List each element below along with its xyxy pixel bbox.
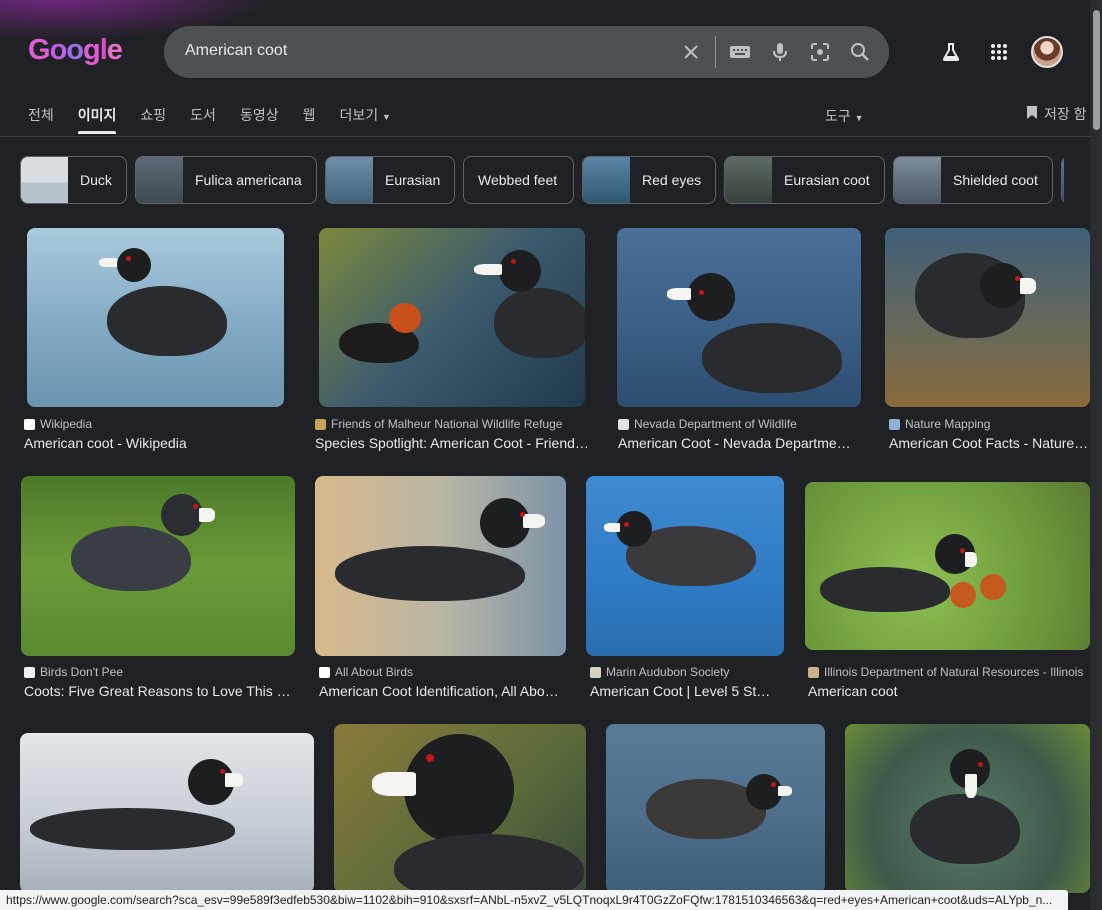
source-label: All About Birds — [335, 665, 414, 679]
favicon — [889, 418, 900, 430]
result-source[interactable]: Nature Mapping — [889, 417, 1089, 431]
search-tabs: 전체 이미지 쇼핑 도서 동영상 웹 더보기 ▼ — [28, 105, 415, 135]
chip-webbed-feet[interactable]: Webbed feet — [463, 156, 574, 204]
result-image[interactable] — [617, 228, 861, 407]
search-icon[interactable] — [848, 40, 872, 64]
result-source[interactable]: Birds Don't Pee — [24, 665, 298, 679]
close-icon[interactable] — [679, 40, 703, 64]
chip-label: Shielded coot — [953, 172, 1038, 188]
favicon — [590, 666, 601, 678]
source-label: Nevada Department of Wildlife — [634, 417, 797, 431]
chip-fulica-americana[interactable]: Fulica americana — [135, 156, 317, 204]
search-input[interactable]: American coot — [185, 42, 287, 60]
caret-down-icon: ▼ — [382, 112, 391, 122]
chip-label: Red eyes — [642, 172, 702, 188]
result-title[interactable]: American Coot Identification, All About … — [319, 683, 561, 699]
result-image[interactable] — [885, 228, 1090, 407]
chip-thumbnail — [21, 157, 68, 203]
result-source[interactable]: Wikipedia — [24, 417, 284, 431]
chip-duck[interactable]: Duck — [20, 156, 127, 204]
result-image[interactable] — [334, 724, 586, 893]
result-title[interactable]: American Coot Facts - NatureMapping — [889, 435, 1089, 451]
apps-icon[interactable] — [985, 38, 1013, 66]
chip-label: Webbed feet — [478, 172, 558, 188]
caret-down-icon: ▼ — [854, 113, 864, 123]
chip-thumbnail — [583, 157, 630, 203]
search-box[interactable]: American coot — [164, 26, 889, 78]
source-label: Marin Audubon Society — [606, 665, 730, 679]
result-title[interactable]: American Coot | Level 5 Status — [590, 683, 778, 699]
result-source[interactable]: All About Birds — [319, 665, 569, 679]
bookmark-icon — [1026, 105, 1038, 123]
status-bar-url: https://www.google.com/search?sca_esv=99… — [0, 890, 1068, 910]
source-label: Birds Don't Pee — [40, 665, 123, 679]
chip-shielded-coot[interactable]: Shielded coot — [893, 156, 1053, 204]
tab-all[interactable]: 전체 — [28, 105, 54, 135]
result-title[interactable]: American coot — [808, 683, 1088, 699]
source-label: Wikipedia — [40, 417, 93, 431]
result-image[interactable] — [315, 476, 566, 656]
chip-thumbnail — [894, 157, 941, 203]
favicon — [808, 666, 819, 678]
refinement-chips: Duck Fulica americana Eurasian Webbed fe… — [20, 156, 1064, 204]
favicon — [319, 666, 330, 678]
search-divider — [715, 36, 716, 68]
chip-label: Eurasian — [385, 172, 441, 188]
chip-eurasian[interactable]: Eurasian — [325, 156, 455, 204]
chip-red-eyes[interactable]: Red eyes — [582, 156, 716, 204]
tab-web[interactable]: 웹 — [303, 105, 316, 135]
tab-more[interactable]: 더보기 ▼ — [339, 105, 390, 135]
chip-more[interactable] — [1061, 156, 1064, 204]
result-title[interactable]: Coots: Five Great Reasons to Love This B… — [24, 683, 294, 699]
result-source[interactable]: Marin Audubon Society — [590, 665, 788, 679]
result-source[interactable]: Nevada Department of Wildlife — [618, 417, 862, 431]
saved-button[interactable]: 저장 함 — [1026, 104, 1087, 124]
chip-thumbnail — [136, 157, 183, 203]
tabs-divider — [0, 136, 1090, 137]
favicon — [618, 418, 629, 430]
chip-label: Duck — [80, 172, 112, 188]
tab-more-label: 더보기 — [339, 107, 379, 123]
result-image[interactable] — [606, 724, 825, 893]
favicon — [315, 418, 326, 430]
favicon — [24, 418, 35, 430]
chip-thumbnail — [326, 157, 373, 203]
tools-button[interactable]: 도구 ▼ — [825, 106, 864, 126]
result-title[interactable]: Species Spotlight: American Coot - Frien… — [315, 435, 590, 451]
chip-label: Fulica americana — [195, 172, 302, 188]
mic-icon[interactable] — [768, 40, 792, 64]
result-image[interactable] — [319, 228, 585, 407]
tab-images[interactable]: 이미지 — [77, 105, 116, 135]
result-source[interactable]: Friends of Malheur National Wildlife Ref… — [315, 417, 590, 431]
source-label: Friends of Malheur National Wildlife Ref… — [331, 417, 563, 431]
tab-books[interactable]: 도서 — [190, 105, 216, 135]
result-source[interactable]: Illinois Department of Natural Resources… — [808, 665, 1090, 679]
scrollbar-thumb[interactable] — [1093, 10, 1100, 130]
result-image[interactable] — [27, 228, 284, 407]
result-image[interactable] — [805, 482, 1090, 650]
favicon — [24, 666, 35, 678]
result-image[interactable] — [21, 476, 295, 656]
result-title[interactable]: American coot - Wikipedia — [24, 435, 286, 451]
saved-label: 저장 함 — [1044, 106, 1087, 122]
chip-thumbnail — [725, 157, 772, 203]
labs-icon[interactable] — [937, 38, 965, 66]
lens-icon[interactable] — [808, 40, 832, 64]
tab-videos[interactable]: 동영상 — [240, 105, 279, 135]
chip-thumbnail — [1062, 157, 1064, 203]
page-scrollbar[interactable] — [1090, 0, 1102, 910]
chip-label: Eurasian coot — [784, 172, 870, 188]
keyboard-icon[interactable] — [728, 40, 752, 64]
result-image[interactable] — [20, 733, 314, 893]
avatar[interactable] — [1031, 36, 1063, 68]
result-title[interactable]: American Coot - Nevada Department of Wil… — [618, 435, 858, 451]
tab-shopping[interactable]: 쇼핑 — [140, 105, 166, 135]
tools-label: 도구 — [825, 108, 851, 124]
result-image[interactable] — [845, 724, 1090, 893]
source-label: Illinois Department of Natural Resources… — [824, 665, 1084, 679]
source-label: Nature Mapping — [905, 417, 991, 431]
chip-eurasian-coot[interactable]: Eurasian coot — [724, 156, 885, 204]
result-image[interactable] — [586, 476, 784, 656]
google-logo[interactable]: Google — [28, 34, 123, 67]
